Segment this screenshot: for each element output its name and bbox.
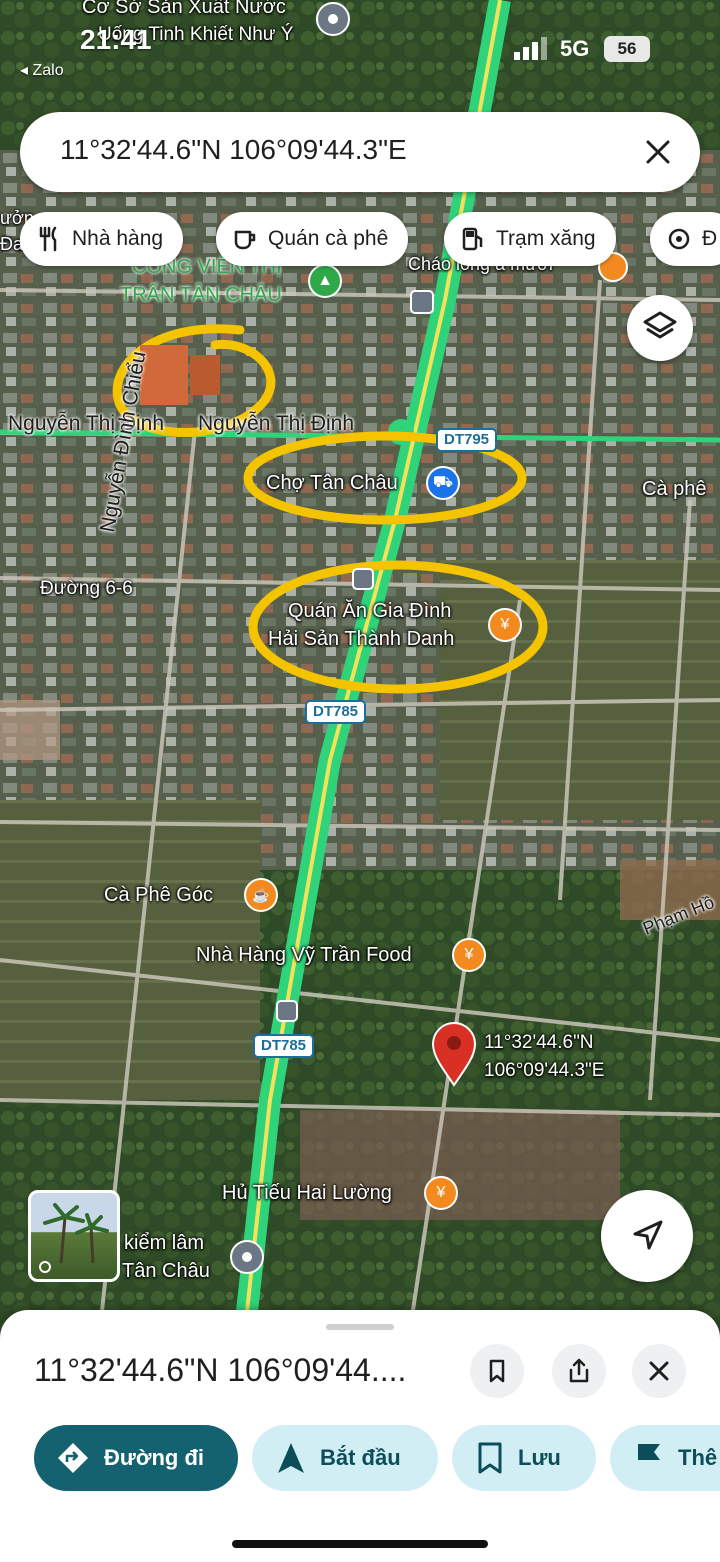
flag-icon — [638, 1444, 660, 1473]
share-icon — [569, 1358, 589, 1383]
bus-stop-icon[interactable] — [410, 290, 434, 314]
share-button[interactable] — [552, 1344, 606, 1398]
shopping-cart-icon[interactable]: ⛟ — [426, 466, 460, 500]
status-time: 21:41 — [80, 24, 152, 55]
close-icon[interactable] — [640, 134, 676, 170]
route-shield: DT785 — [253, 1034, 315, 1058]
place-label[interactable]: Nhà Hàng Vỹ Trần Food — [196, 944, 412, 967]
place-label[interactable]: Chợ Tân Châu — [266, 472, 398, 495]
place-label[interactable]: Hải Sản Thành Danh — [268, 628, 454, 651]
place-label[interactable]: Tân Châu — [122, 1260, 210, 1283]
chip-label: Quán cà phê — [268, 227, 389, 250]
route-shield: DT785 — [305, 700, 367, 724]
bus-stop-icon[interactable] — [276, 1000, 298, 1022]
search-bar[interactable]: 11°32'44.6"N 106°09'44.3"E — [20, 112, 700, 192]
place-label[interactable]: Hủ Tiếu Hai Lường — [222, 1182, 392, 1205]
fork-knife-icon — [39, 226, 57, 252]
chip-gas-station[interactable]: Trạm xăng — [444, 212, 616, 266]
street-view-thumbnail[interactable] — [28, 1190, 120, 1282]
palm-tree-photo — [39, 1203, 109, 1273]
coffee-icon — [234, 230, 256, 250]
pin-coordinate-label: 106°09'44.3"E — [484, 1060, 605, 1081]
battery-indicator: 56 — [604, 36, 650, 62]
fuel-icon — [462, 227, 483, 251]
chip-label: Trạm xăng — [496, 227, 596, 250]
place-label[interactable]: Quán Ăn Gia Đình — [288, 600, 451, 623]
directions-button[interactable]: Đường đi — [34, 1425, 238, 1491]
directions-icon — [58, 1443, 88, 1473]
save-action-button[interactable]: Lưu — [452, 1425, 596, 1491]
chip-coffee[interactable]: Quán cà phê — [216, 212, 409, 266]
home-indicator[interactable] — [232, 1540, 488, 1548]
close-button[interactable] — [632, 1344, 686, 1398]
place-label[interactable]: kiểm lâm — [124, 1232, 204, 1255]
start-button[interactable]: Bắt đầu — [252, 1425, 438, 1491]
bookmark-icon — [478, 1442, 502, 1474]
restaurant-icon[interactable]: ¥ — [488, 608, 522, 642]
place-title: 11°32'44.6"N 106°09'44.... — [34, 1352, 407, 1388]
status-bar: 21:41 ◂ Zalo 5G 56 — [0, 0, 720, 90]
restaurant-icon[interactable]: ¥ — [452, 938, 486, 972]
restaurant-icon[interactable]: ¥ — [424, 1176, 458, 1210]
park-icon[interactable]: ▲ — [308, 264, 342, 298]
navigation-arrow-icon — [633, 1220, 663, 1250]
road-label: Nguyễn Thị Định — [8, 412, 165, 435]
road-label: Nguyễn Thị Định — [198, 412, 355, 435]
search-query[interactable]: 11°32'44.6"N 106°09'44.3"E — [60, 134, 407, 166]
road-label: Đường 6-6 — [40, 578, 133, 599]
chip-label: Nhà hàng — [72, 227, 164, 250]
route-shield: DT795 — [436, 428, 498, 452]
place-label[interactable]: Cà phê — [642, 478, 707, 501]
satellite-imagery — [0, 0, 720, 1330]
place-sheet[interactable]: 11°32'44.6"N 106°09'44.... Đường đi Bắt … — [0, 1310, 720, 1562]
my-location-button[interactable] — [601, 1190, 693, 1282]
network-type: 5G — [560, 36, 590, 61]
add-label-button[interactable]: Thê — [610, 1425, 720, 1491]
park-label[interactable]: TRẤN TÂN CHÂU — [120, 284, 282, 307]
bookmark-icon — [489, 1359, 505, 1383]
navigation-arrow-icon — [278, 1443, 304, 1473]
action-label: Đường đi — [104, 1445, 204, 1470]
save-button[interactable] — [470, 1344, 524, 1398]
more-icon — [668, 228, 690, 250]
bus-stop-icon[interactable] — [352, 568, 374, 590]
place-marker-icon[interactable] — [230, 1240, 264, 1274]
category-chips: Nhà hàng Quán cà phê Trạm xăng Đ — [20, 212, 720, 268]
sheet-drag-handle[interactable] — [326, 1324, 394, 1330]
layers-button[interactable] — [627, 295, 693, 361]
action-label: Thê — [678, 1445, 718, 1470]
action-label: Bắt đầu — [320, 1445, 401, 1470]
coffee-icon[interactable]: ☕ — [244, 878, 278, 912]
action-label: Lưu — [518, 1445, 561, 1470]
map-view[interactable]: Cơ Sở Sản Xuất Nước Uống Tinh Khiết Như … — [0, 0, 720, 1330]
chip-restaurants[interactable]: Nhà hàng — [20, 212, 184, 266]
chip-label: Đ — [702, 227, 718, 250]
chip-more[interactable]: Đ — [650, 212, 720, 266]
pin-coordinate-label: 11°32'44.6"N — [484, 1032, 594, 1053]
signal-icon — [514, 37, 547, 60]
back-to-app-link[interactable]: ◂ Zalo — [20, 60, 64, 80]
close-icon — [649, 1361, 669, 1381]
place-label[interactable]: Cà Phê Góc — [104, 884, 213, 907]
layers-icon — [643, 311, 677, 339]
